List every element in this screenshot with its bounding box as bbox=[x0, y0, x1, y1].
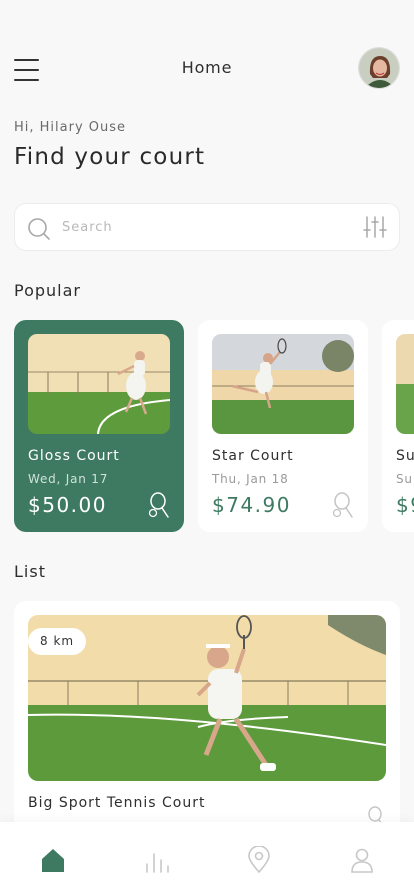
avatar[interactable] bbox=[358, 47, 400, 89]
bottom-tab-bar bbox=[0, 822, 414, 896]
court-name: Gloss Court bbox=[28, 448, 120, 464]
court-price: $74.90 bbox=[212, 493, 291, 517]
top-bar: Home bbox=[0, 44, 414, 96]
court-name: Big Sport Tennis Court bbox=[28, 795, 206, 811]
filter-sliders-icon[interactable] bbox=[363, 215, 387, 239]
popular-carousel[interactable]: Gloss Court Wed, Jan 17 $50.00 Star Cour… bbox=[14, 320, 414, 532]
court-name: Star Court bbox=[212, 448, 294, 464]
court-price: $50.00 bbox=[28, 493, 107, 517]
home-icon[interactable] bbox=[39, 846, 67, 874]
list-section-title: List bbox=[14, 562, 46, 581]
tennis-racket-icon[interactable] bbox=[148, 492, 170, 518]
headline: Find your court bbox=[14, 144, 206, 170]
popular-card[interactable]: Star Court Thu, Jan 18 $74.90 bbox=[198, 320, 368, 532]
court-name: Su bbox=[396, 448, 414, 464]
popular-card[interactable]: Gloss Court Wed, Jan 17 $50.00 bbox=[14, 320, 184, 532]
court-date: Su bbox=[396, 472, 413, 486]
search-input[interactable] bbox=[62, 204, 352, 250]
search-icon bbox=[28, 218, 50, 240]
court-date: Wed, Jan 17 bbox=[28, 472, 109, 486]
location-pin-icon[interactable] bbox=[245, 846, 273, 874]
court-date: Thu, Jan 18 bbox=[212, 472, 289, 486]
court-price: $9 bbox=[396, 493, 414, 517]
profile-icon[interactable] bbox=[348, 846, 376, 874]
stats-icon[interactable] bbox=[143, 846, 171, 874]
page-title: Home bbox=[181, 58, 233, 77]
distance-badge: 8 km bbox=[28, 628, 87, 655]
court-photo bbox=[28, 334, 170, 434]
greeting-text: Hi, Hilary Ouse bbox=[14, 120, 127, 135]
tennis-racket-icon[interactable] bbox=[332, 492, 354, 518]
court-photo bbox=[396, 334, 414, 434]
popular-section-title: Popular bbox=[14, 281, 81, 300]
popular-card[interactable]: Su Su $9 bbox=[382, 320, 414, 532]
court-photo bbox=[212, 334, 354, 434]
search-bar[interactable] bbox=[14, 203, 400, 251]
